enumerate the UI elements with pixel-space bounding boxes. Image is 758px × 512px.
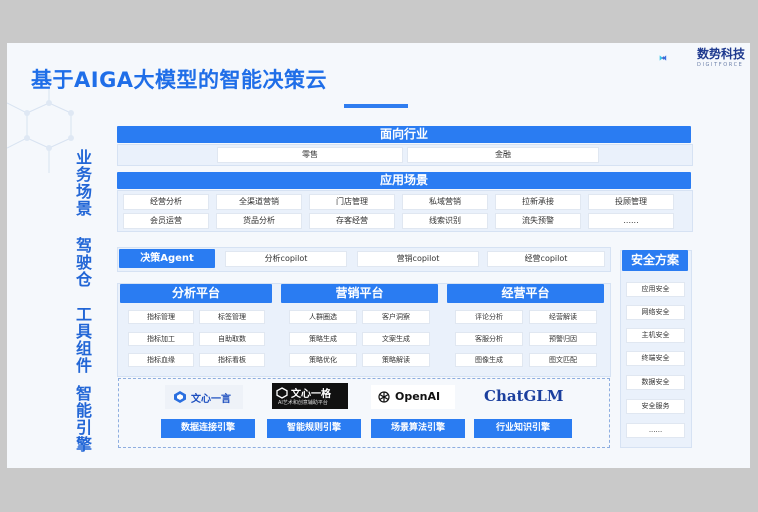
platform-item: 图文匹配 [529,353,597,367]
industry-item: 零售 [217,147,403,163]
platform-marketing-header: 营销平台 [281,284,438,303]
scenario-item: 拉新承接 [495,194,581,210]
scenario-item: 门店管理 [309,194,395,210]
engine-scenario-algorithm: 场景算法引擎 [371,419,465,438]
decision-agent: 决策Agent [119,249,215,268]
openai-icon [378,391,390,403]
page-title: 基于AIGA大模型的智能决策云 [31,68,328,92]
scenario-item: 私域营销 [402,194,488,210]
platform-item: 自助取数 [199,332,265,346]
scenario-item: 存客经营 [309,213,395,229]
wenxin-yiyan-label: 文心一言 [191,394,231,405]
industry-panel [117,144,693,166]
scenario-item: 货品分析 [216,213,302,229]
wenxin-yige-label: 文心一格 [291,389,331,400]
scenario-item: ...... [588,213,674,229]
industry-header: 面向行业 [117,126,691,143]
platform-analysis-header: 分析平台 [120,284,272,303]
engine-data-connect: 数据连接引擎 [161,419,255,438]
scenario-item: 投顾管理 [588,194,674,210]
openai-logo: OpenAI [371,385,455,409]
logo-name: 数势科技 [697,47,746,61]
platform-item: 标签管理 [199,310,265,324]
platform-item: 经营解读 [529,310,597,324]
platform-item: 评论分析 [455,310,523,324]
platform-item: 人群圈选 [289,310,357,324]
digitforce-logo-icon [659,55,667,61]
slide: 基于AIGA大模型的智能决策云 数势科技 DIGITFORCE 业务场景 驾驶仓… [7,43,750,468]
wenxin-yiyan-logo: 文心一言 [165,385,243,409]
security-item: ...... [626,423,685,438]
security-panel [620,250,692,448]
scenario-item: 经营分析 [123,194,209,210]
platform-item: 图像生成 [455,353,523,367]
security-item: 终端安全 [626,351,685,366]
security-item: 数据安全 [626,375,685,390]
wenxin-yige-icon [276,387,288,399]
platform-item: 预警归因 [529,332,597,346]
engine-industry-knowledge: 行业知识引擎 [474,419,572,438]
platform-item: 策略解读 [362,353,430,367]
copilot-item: 分析copilot [225,251,347,267]
side-label-cockpit: 驾驶仓 [75,236,92,289]
openai-label: OpenAI [395,390,441,403]
scenario-item: 线索识别 [402,213,488,229]
platform-item: 指标管理 [128,310,194,324]
wenxin-yige-logo: 文心一格 AI艺术和创意辅助平台 [272,383,348,409]
scenario-item: 全渠道营销 [216,194,302,210]
platform-item: 客户洞察 [362,310,430,324]
copilot-item: 营销copilot [357,251,479,267]
security-item: 主机安全 [626,328,685,343]
industry-item: 金融 [407,147,599,163]
platform-item: 指标加工 [128,332,194,346]
platform-item: 策略优化 [289,353,357,367]
platform-item: 文案生成 [362,332,430,346]
wenxin-yige-subtitle: AI艺术和创意辅助平台 [278,400,328,406]
scenario-item: 会员运营 [123,213,209,229]
platform-item: 客服分析 [455,332,523,346]
scenario-item: 流失预警 [495,213,581,229]
side-label-business: 业务场景 [75,148,92,218]
side-label-tools: 工具组件 [75,305,92,375]
platform-item: 指标血缘 [128,353,194,367]
wenxin-icon [174,391,186,403]
logo-subtitle: DIGITFORCE [697,62,744,68]
platform-item: 策略生成 [289,332,357,346]
platform-item: 指标看板 [199,353,265,367]
chatglm-logo: ChatGLM [478,385,564,409]
security-item: 网络安全 [626,305,685,320]
security-item: 应用安全 [626,282,685,297]
engine-rule: 智能规则引擎 [267,419,361,438]
security-header: 安全方案 [622,250,688,271]
chatglm-label: ChatGLM [484,387,564,405]
side-label-engine: 智能引擎 [75,384,92,454]
platform-operation-header: 经营平台 [447,284,604,303]
security-item: 安全服务 [626,399,685,414]
title-underline [344,104,408,108]
scenario-header: 应用场景 [117,172,691,189]
copilot-item: 经营copilot [487,251,605,267]
